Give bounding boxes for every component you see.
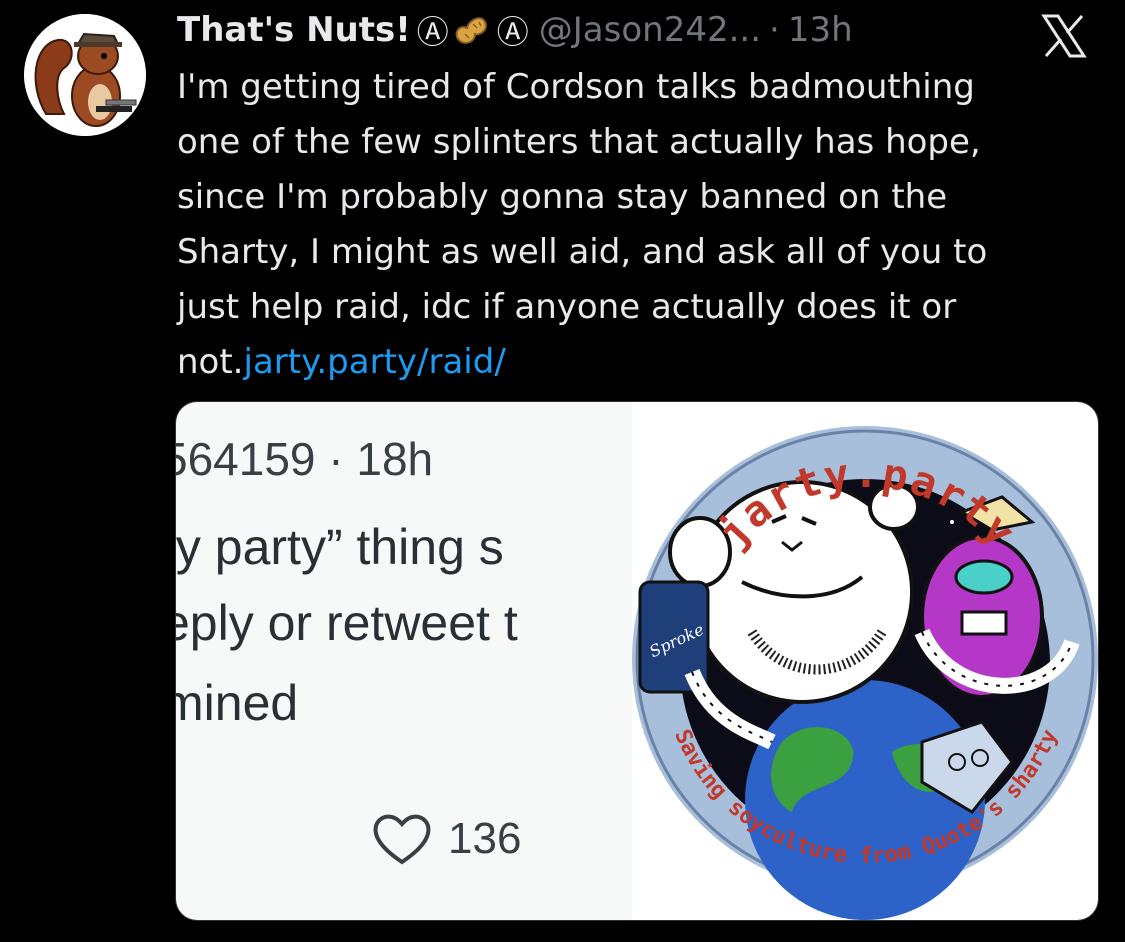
badge-a-icon: Ⓐ xyxy=(496,13,529,51)
jarty-party-logo: Sproke jarty.party Saving soyculture fro… xyxy=(632,426,1098,920)
screenshot-id-time: 564159 · 18h xyxy=(176,433,434,485)
heart-icon xyxy=(373,814,431,865)
timestamp[interactable]: 13h xyxy=(788,10,853,50)
avatar[interactable] xyxy=(24,14,146,136)
user-handle[interactable]: @Jason242... xyxy=(539,10,761,50)
media-image-logo[interactable]: Sproke jarty.party Saving soyculture fro… xyxy=(632,402,1098,920)
like-count: 136 xyxy=(448,814,522,863)
screenshot-text-line: eply or retweet t xyxy=(176,595,518,651)
media-image-screenshot[interactable]: 564159 · 18h ty party” thing s eply or r… xyxy=(176,402,632,920)
screenshot-like: 136 xyxy=(372,812,521,866)
tweet-link[interactable]: jarty.party/raid/ xyxy=(244,342,506,382)
screenshot-text-line: ty party” thing s xyxy=(176,519,504,575)
tweet-header: That's Nuts! Ⓐ Ⓐ @Jason242... · 13h xyxy=(177,6,853,54)
separator-dot: · xyxy=(769,10,780,50)
tweet-text: I'm getting tired of Cordson talks badmo… xyxy=(177,60,1097,390)
squirrel-avatar-icon xyxy=(24,14,146,136)
screenshot-text-line: mined xyxy=(176,675,299,731)
x-logo-icon[interactable] xyxy=(1040,12,1088,60)
tweet-body: I'm getting tired of Cordson talks badmo… xyxy=(177,67,988,382)
display-name[interactable]: That's Nuts! xyxy=(177,10,411,50)
peanut-icon xyxy=(451,10,491,50)
media-container[interactable]: 564159 · 18h ty party” thing s eply or r… xyxy=(175,401,1099,921)
badge-a-icon: Ⓐ xyxy=(416,13,449,51)
